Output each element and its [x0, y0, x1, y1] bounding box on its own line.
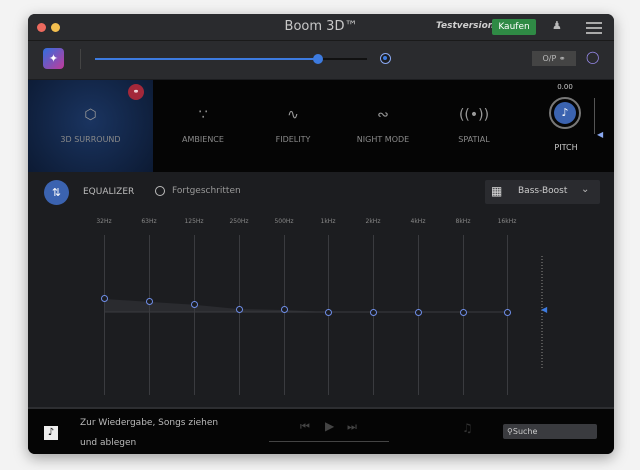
band-label: 32Hz	[96, 218, 112, 225]
waveform-icon: ∿	[287, 107, 299, 123]
play-button[interactable]: ▶	[325, 419, 334, 433]
headphones-badge-icon[interactable]: ⚭	[128, 84, 144, 100]
band-handle[interactable]	[236, 305, 243, 313]
volume-boost-button[interactable]	[380, 53, 391, 64]
effect-ambience[interactable]: ∵ AMBIENCE	[153, 80, 253, 172]
cube-icon: ⬡	[84, 107, 97, 123]
player-bar: ♪ Zur Wiedergabe, Songs ziehen und ableg…	[28, 407, 614, 454]
volume-slider-handle[interactable]	[313, 54, 324, 64]
band-handle[interactable]	[325, 308, 332, 316]
preamp-handle[interactable]: ◀	[541, 305, 547, 314]
band-handle[interactable]	[504, 308, 511, 316]
band-label: 4kHz	[410, 218, 426, 225]
pitch-label: PITCH	[554, 143, 578, 152]
equalizer-panel: ⇅ EQUALIZER Fortgeschritten ▦ Bass-Boost…	[28, 172, 614, 407]
effect-label: 3D SURROUND	[60, 135, 121, 144]
pitch-knob[interactable]: ♪	[549, 97, 581, 129]
music-file-icon: ♪	[44, 426, 58, 440]
effect-label: SPATIAL	[458, 135, 490, 144]
effect-label: FIDELITY	[275, 135, 311, 144]
pitch-value: 0.00	[557, 83, 573, 91]
band-slider-125Hz[interactable]	[194, 235, 195, 395]
band-slider-63Hz[interactable]	[149, 235, 150, 395]
eq-area	[104, 298, 507, 312]
band-label: 63Hz	[141, 218, 157, 225]
effect-fidelity[interactable]: ∿ FIDELITY	[243, 80, 343, 172]
band-label: 125Hz	[184, 218, 204, 225]
expand-panel-icon[interactable]: ◀	[597, 130, 603, 139]
music-note-icon: ♪	[554, 102, 576, 124]
effect-spatial[interactable]: ((•)) SPATIAL	[424, 80, 524, 172]
drop-hint-line2: und ablegen	[80, 438, 137, 448]
drop-hint-line1: Zur Wiedergabe, Songs ziehen	[80, 418, 219, 428]
volume-slider[interactable]	[95, 54, 367, 64]
band-slider-32Hz[interactable]	[104, 235, 105, 395]
effects-panel: ⬡ 3D SURROUND ⚭ ∵ AMBIENCE ∿ FIDELITY ∾ NIG…	[28, 80, 614, 172]
previous-track-button[interactable]: ⏮	[300, 420, 310, 434]
band-label: 8kHz	[455, 218, 471, 225]
band-slider-500Hz[interactable]	[284, 235, 285, 395]
menu-icon[interactable]	[586, 22, 602, 34]
next-track-button[interactable]: ⏭	[347, 420, 357, 434]
title-bar: Boom 3D™ Testversion Kaufen ♟	[28, 14, 614, 40]
search-input[interactable]: ⚲Suche	[503, 424, 597, 439]
effect-night-mode[interactable]: ∾ NIGHT MODE	[333, 80, 433, 172]
app-window: Boom 3D™ Testversion Kaufen ♟ ✦ O/P ⚭ ◯ …	[28, 14, 614, 454]
band-handle[interactable]	[370, 308, 377, 316]
band-handle[interactable]	[415, 308, 422, 316]
band-slider-250Hz[interactable]	[239, 235, 240, 395]
band-label: 500Hz	[274, 218, 294, 225]
band-label: 2kHz	[365, 218, 381, 225]
app-logo-icon[interactable]: ✦	[43, 48, 64, 69]
track-progress-bar[interactable]	[269, 441, 389, 442]
divider	[80, 49, 81, 69]
trial-label: Testversion	[436, 21, 495, 31]
search-placeholder: Suche	[512, 427, 538, 436]
band-label: 250Hz	[229, 218, 249, 225]
toolbar: ✦ O/P ⚭ ◯	[28, 40, 614, 79]
eq-curve	[104, 298, 507, 313]
playlist-icon[interactable]: ♫	[462, 421, 473, 435]
headphones-icon: ⚭	[558, 54, 566, 63]
effect-label: AMBIENCE	[182, 135, 224, 144]
night-wave-icon: ∾	[377, 107, 389, 123]
band-label: 1kHz	[320, 218, 336, 225]
apps-icon[interactable]: ◯	[586, 50, 599, 64]
buy-button[interactable]: Kaufen	[492, 19, 536, 35]
output-device-button[interactable]: O/P ⚭	[532, 51, 576, 66]
speaker-icon: ((•))	[458, 107, 490, 123]
effect-3d-surround[interactable]: ⬡ 3D SURROUND ⚭	[28, 80, 153, 172]
ambience-icon: ∵	[198, 107, 208, 123]
output-label: O/P	[542, 54, 557, 63]
divider	[594, 98, 595, 134]
user-icon[interactable]: ♟	[552, 19, 562, 32]
band-label: 16kHz	[497, 218, 517, 225]
band-handle[interactable]	[460, 308, 467, 316]
effect-label: NIGHT MODE	[356, 135, 410, 144]
